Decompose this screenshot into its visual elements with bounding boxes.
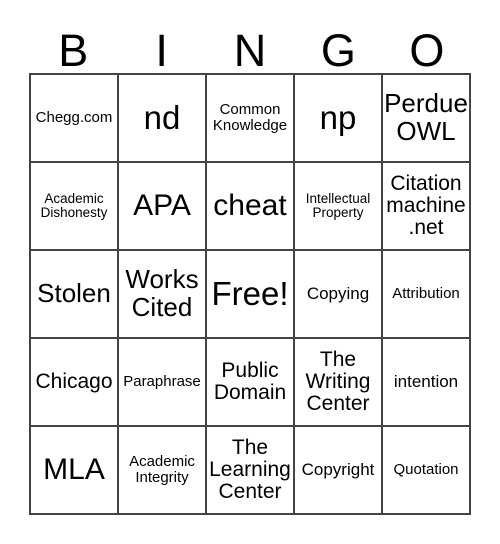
- bingo-cell-label: intention: [393, 371, 459, 391]
- bingo-cell[interactable]: Academic Integrity: [119, 427, 207, 515]
- bingo-cell[interactable]: Public Domain: [207, 339, 295, 427]
- bingo-cell[interactable]: Copying: [295, 251, 383, 339]
- bingo-cell[interactable]: MLA: [31, 427, 119, 515]
- header-letter-b: B: [58, 25, 89, 76]
- bingo-cell-label: Chicago: [35, 369, 113, 393]
- bingo-cell[interactable]: APA: [119, 163, 207, 251]
- bingo-cell[interactable]: The Writing Center: [295, 339, 383, 427]
- bingo-cell-label: np: [319, 98, 357, 136]
- bingo-cell[interactable]: Common Knowledge: [207, 75, 295, 163]
- bingo-cell-label: Academic Dishonesty: [40, 190, 108, 220]
- bingo-cell-label: Perdue OWL: [384, 88, 468, 146]
- bingo-cell[interactable]: nd: [119, 75, 207, 163]
- bingo-cell[interactable]: cheat: [207, 163, 295, 251]
- bingo-cell-label: Stolen: [37, 278, 111, 309]
- bingo-cell[interactable]: Chegg.com: [31, 75, 119, 163]
- bingo-cell-label: Common Knowledge: [212, 101, 288, 134]
- bingo-cell-label: nd: [143, 98, 181, 136]
- bingo-cell[interactable]: Paraphrase: [119, 339, 207, 427]
- bingo-cell[interactable]: Perdue OWL: [383, 75, 471, 163]
- bingo-cell[interactable]: Stolen: [31, 251, 119, 339]
- bingo-grid: Chegg.com nd Common Knowledge np Perdue …: [29, 73, 471, 515]
- bingo-cell-label: Copyright: [301, 459, 375, 479]
- bingo-cell-label: Quotation: [393, 461, 459, 479]
- bingo-cell[interactable]: Intellectual Property: [295, 163, 383, 251]
- bingo-cell-label: Copying: [306, 283, 370, 303]
- header-letter-o: O: [409, 25, 445, 76]
- bingo-cell-label: Academic Integrity: [129, 453, 195, 486]
- bingo-cell-label: Works Cited: [125, 264, 199, 322]
- header-letter-n: N: [233, 25, 267, 76]
- bingo-cell[interactable]: Citation machine .net: [383, 163, 471, 251]
- bingo-cell[interactable]: Copyright: [295, 427, 383, 515]
- bingo-cell-label: Intellectual Property: [305, 190, 371, 220]
- bingo-cell-label: cheat: [213, 189, 287, 223]
- bingo-cell-free[interactable]: Free!: [207, 251, 295, 339]
- bingo-card: B I N G O Chegg.com nd Common Knowledge …: [0, 0, 500, 544]
- header-letter-g: G: [320, 25, 356, 76]
- bingo-cell-label: MLA: [43, 453, 105, 487]
- bingo-cell-label: Citation machine .net: [386, 171, 466, 240]
- bingo-cell-label: APA: [133, 189, 191, 223]
- bingo-cell[interactable]: The Learning Center: [207, 427, 295, 515]
- bingo-cell[interactable]: Quotation: [383, 427, 471, 515]
- bingo-cell-label: Public Domain: [213, 358, 287, 404]
- bingo-cell-label: Chegg.com: [35, 109, 113, 127]
- bingo-cell[interactable]: np: [295, 75, 383, 163]
- bingo-cell[interactable]: intention: [383, 339, 471, 427]
- bingo-cell[interactable]: Chicago: [31, 339, 119, 427]
- bingo-cell[interactable]: Attribution: [383, 251, 471, 339]
- bingo-header: B I N G O: [29, 16, 471, 73]
- bingo-cell-label: Attribution: [392, 285, 460, 303]
- bingo-cell-label: The Writing Center: [305, 347, 371, 416]
- bingo-cell-label: Free!: [211, 274, 289, 312]
- header-letter-i: I: [155, 25, 168, 76]
- bingo-cell-label: Paraphrase: [123, 373, 201, 391]
- bingo-cell[interactable]: Works Cited: [119, 251, 207, 339]
- bingo-cell-label: The Learning Center: [209, 435, 291, 504]
- bingo-cell[interactable]: Academic Dishonesty: [31, 163, 119, 251]
